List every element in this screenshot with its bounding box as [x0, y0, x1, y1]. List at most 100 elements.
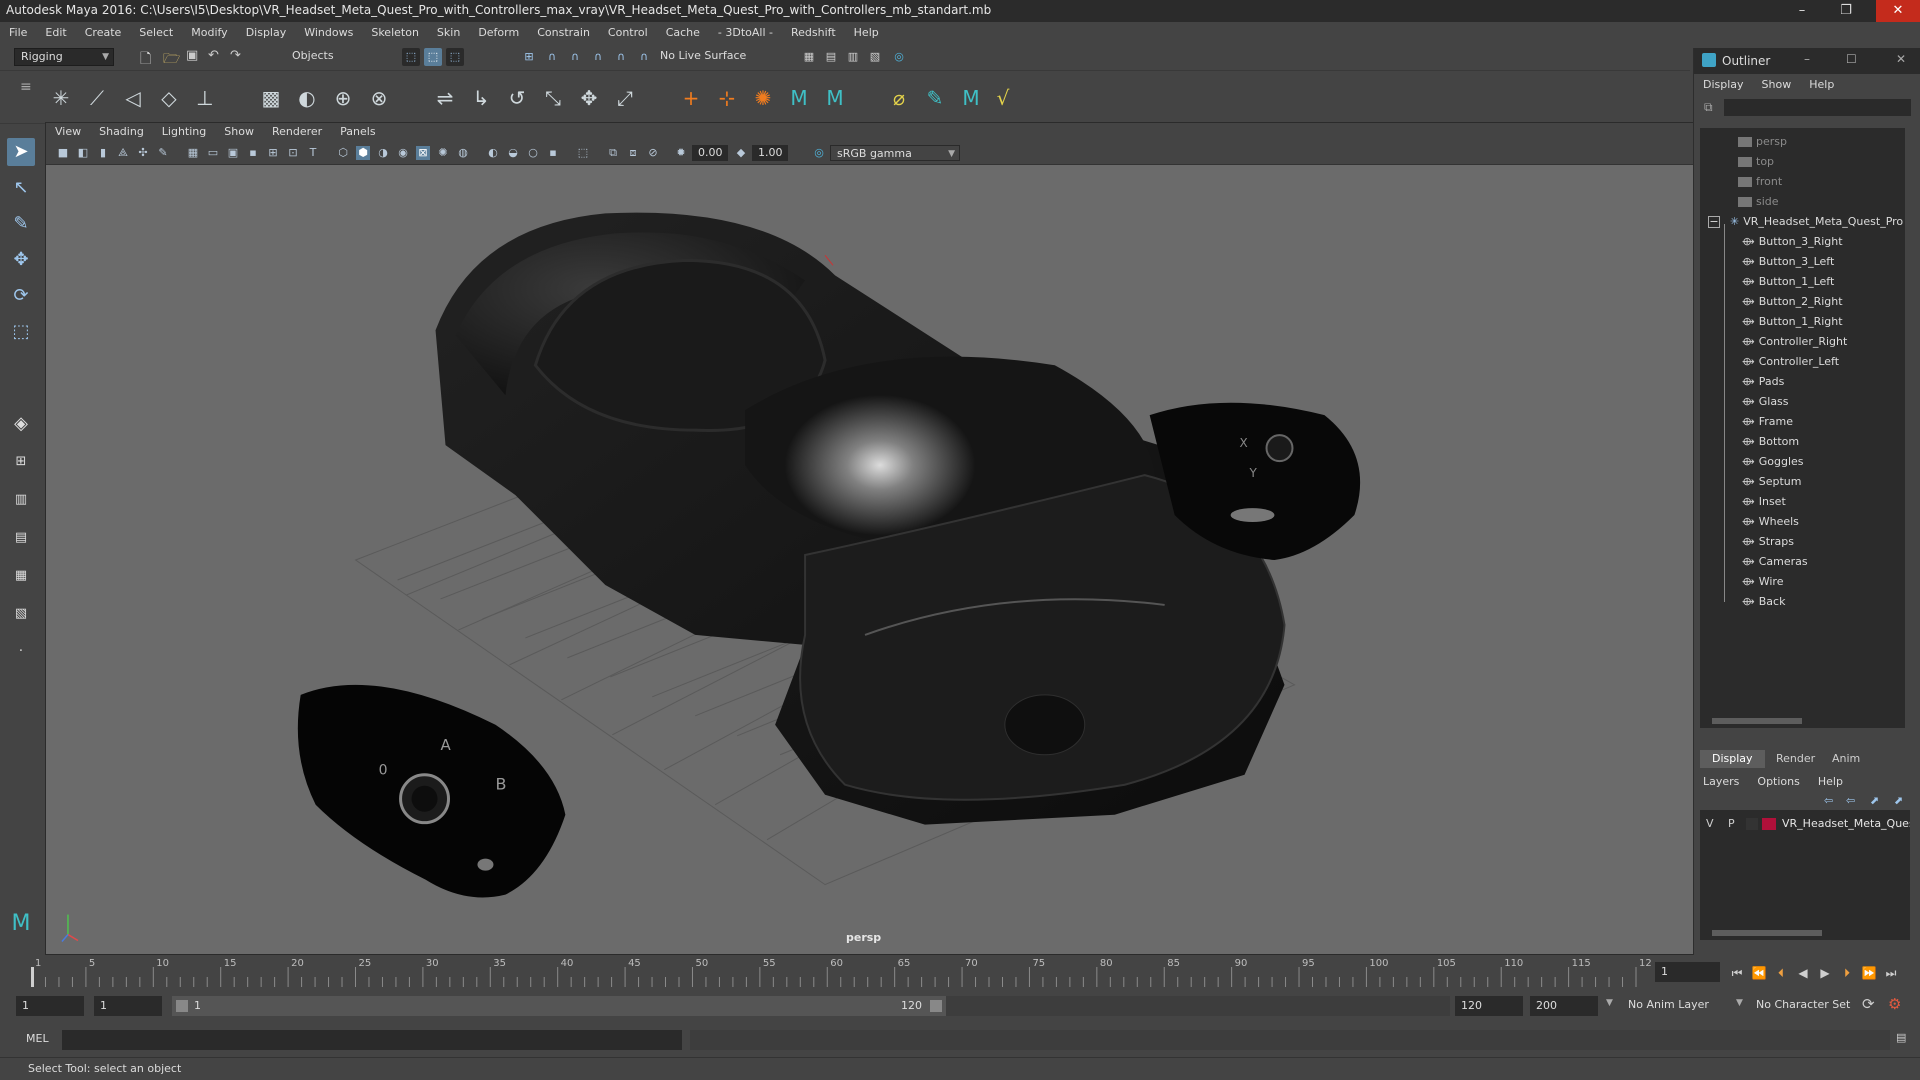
outliner-item-root[interactable]: − ✳ VR_Headset_Meta_Quest_Pro [1700, 212, 1905, 232]
outliner-layout-icon[interactable]: ▧ [7, 600, 35, 628]
go-to-start-icon[interactable]: ⏮ [1728, 964, 1746, 982]
outliner-h-scrollbar[interactable] [1700, 716, 1905, 726]
mode-selector[interactable]: Rigging ▼ [14, 48, 114, 66]
menu-modify[interactable]: Modify [182, 22, 236, 44]
outliner-item-pads[interactable]: ⟴ Pads [1700, 372, 1905, 392]
anim-layer-selector[interactable]: No Anim Layer [1628, 998, 1709, 1011]
select-by-component-icon[interactable]: ⬚ [446, 48, 464, 66]
outliner-menu-display[interactable]: Display [1694, 74, 1753, 96]
select-camera-icon[interactable]: ■ [56, 146, 70, 160]
outliner-item-controller-left[interactable]: ⟴ Controller_Left [1700, 352, 1905, 372]
layer-playback-toggle[interactable]: P [1728, 817, 1735, 830]
menu-3dtoall[interactable]: - 3DtoAll - [709, 22, 782, 44]
locator-joint-icon[interactable]: ⊹ [712, 83, 742, 113]
animation-preferences-icon[interactable]: ⚙ [1888, 995, 1901, 1013]
hypershade-layout-icon[interactable]: ▦ [7, 562, 35, 590]
point-constraint-icon[interactable]: ↳ [466, 83, 496, 113]
mirror-joint-icon[interactable]: ⊥ [190, 83, 220, 113]
menu-create[interactable]: Create [76, 22, 131, 44]
outliner-item-button-3-right[interactable]: ⟴ Button_3_Right [1700, 232, 1905, 252]
xray-joints-icon[interactable]: ⧉ [606, 146, 620, 160]
outliner-item-persp[interactable]: persp [1700, 132, 1905, 152]
layer-menu-options[interactable]: Options [1748, 775, 1808, 788]
outliner-item-top[interactable]: top [1700, 152, 1905, 172]
scene-canvas[interactable]: X Y 0 A B [46, 165, 1694, 955]
outliner-item-frame[interactable]: ⟴ Frame [1700, 412, 1905, 432]
undo-icon[interactable]: ↶ [208, 48, 226, 66]
tab-anim[interactable]: Anim [1820, 750, 1872, 768]
current-time-marker[interactable] [31, 967, 34, 987]
selection-mode-selector[interactable]: Objects [286, 48, 382, 66]
hik-define-icon[interactable]: M [820, 83, 850, 113]
redo-icon[interactable]: ↷ [230, 48, 248, 66]
orient-constraint-icon[interactable]: ↺ [502, 83, 532, 113]
chevron-down-icon[interactable]: ▼ [1736, 998, 1743, 1008]
step-forward-frame-icon[interactable]: ⏩ [1860, 964, 1878, 982]
step-forward-key-icon[interactable]: ⏵ [1838, 964, 1856, 982]
vp-menu-renderer[interactable]: Renderer [263, 123, 331, 141]
gamma-field[interactable]: 1.00 [752, 145, 788, 161]
ipr-render-icon[interactable]: ▥ [844, 48, 862, 66]
layer-menu-layers[interactable]: Layers [1694, 775, 1748, 788]
ik-handle-icon[interactable]: ⟋ [82, 83, 112, 113]
outliner-item-goggles[interactable]: ⟴ Goggles [1700, 452, 1905, 472]
vp-menu-shading[interactable]: Shading [90, 123, 153, 141]
headset-model[interactable] [435, 212, 1286, 825]
locator-icon[interactable]: + [676, 83, 706, 113]
paint-select-icon[interactable]: ✎ [7, 210, 35, 238]
anti-aliasing-icon[interactable]: ○ [526, 146, 540, 160]
live-surface-label[interactable]: No Live Surface [660, 49, 746, 62]
outliner-item-front[interactable]: front [1700, 172, 1905, 192]
command-language-label[interactable]: MEL [26, 1032, 49, 1045]
layer-reference-toggle[interactable] [1746, 818, 1758, 830]
rotate-tool-icon[interactable]: ⟳ [7, 282, 35, 310]
outliner-menu-show[interactable]: Show [1753, 74, 1801, 96]
skin-bind-icon[interactable]: ⌀ [884, 83, 914, 113]
outliner-item-septum[interactable]: ⟴ Septum [1700, 472, 1905, 492]
save-scene-icon[interactable]: ▣ [186, 48, 204, 66]
cluster-icon[interactable]: ◐ [292, 83, 322, 113]
outliner-item-cameras[interactable]: ⟴ Cameras [1700, 552, 1905, 572]
range-slider[interactable]: 1 120 [172, 996, 946, 1016]
open-scene-icon[interactable]: 🗁 [163, 48, 181, 67]
bookmark-icon[interactable]: ▮ [96, 146, 110, 160]
chevron-down-icon[interactable]: ▼ [1606, 998, 1613, 1008]
menu-edit[interactable]: Edit [36, 22, 75, 44]
layer-h-scrollbar[interactable] [1700, 928, 1910, 938]
menu-constrain[interactable]: Constrain [528, 22, 599, 44]
menu-redshift[interactable]: Redshift [782, 22, 845, 44]
outliner-item-glass[interactable]: ⟴ Glass [1700, 392, 1905, 412]
lasso-tool-icon[interactable]: ↖ [7, 174, 35, 202]
tab-render[interactable]: Render [1764, 750, 1827, 768]
select-tool-icon[interactable]: ➤ [7, 138, 35, 166]
gamma-icon[interactable]: ◆ [734, 146, 748, 160]
snap-icon[interactable]: ∩ [635, 48, 653, 66]
menu-windows[interactable]: Windows [295, 22, 362, 44]
outliner-item-back[interactable]: ⟴ Back [1700, 592, 1905, 612]
ik-spline-icon[interactable]: ◁ [118, 83, 148, 113]
snap-curve-icon[interactable]: ∩ [543, 48, 561, 66]
ambient-occlusion-icon[interactable]: ◐ [486, 146, 500, 160]
motion-blur-icon[interactable]: ◒ [506, 146, 520, 160]
layer-menu-help[interactable]: Help [1809, 775, 1852, 788]
outliner-item-button-1-left[interactable]: ⟴ Button_1_Left [1700, 272, 1905, 292]
color-management-icon[interactable]: ◎ [812, 146, 826, 160]
command-input[interactable] [62, 1030, 682, 1050]
vp-menu-lighting[interactable]: Lighting [153, 123, 215, 141]
snap-view-icon[interactable]: ∩ [589, 48, 607, 66]
range-start-handle[interactable] [176, 1000, 188, 1012]
move-layer-down-icon[interactable]: ⇦ [1846, 794, 1855, 807]
select-by-hierarchy-icon[interactable]: ⬚ [402, 48, 420, 66]
move-tool-icon[interactable]: ✥ [7, 246, 35, 274]
outliner-item-wire[interactable]: ⟴ Wire [1700, 572, 1905, 592]
tab-display[interactable]: Display [1700, 750, 1765, 768]
play-backwards-icon[interactable]: ◀ [1794, 964, 1812, 982]
joint-tool-icon[interactable]: ✳ [46, 83, 76, 113]
wireframe-on-shaded-icon[interactable]: ◑ [376, 146, 390, 160]
wire-deformer-icon[interactable]: ⊗ [364, 83, 394, 113]
outliner-menu-help[interactable]: Help [1800, 74, 1843, 96]
go-to-end-icon[interactable]: ⏭ [1882, 964, 1900, 982]
range-end-handle[interactable] [930, 1000, 942, 1012]
vp-menu-show[interactable]: Show [215, 123, 263, 141]
gate-mask-icon[interactable]: ▪ [246, 146, 260, 160]
